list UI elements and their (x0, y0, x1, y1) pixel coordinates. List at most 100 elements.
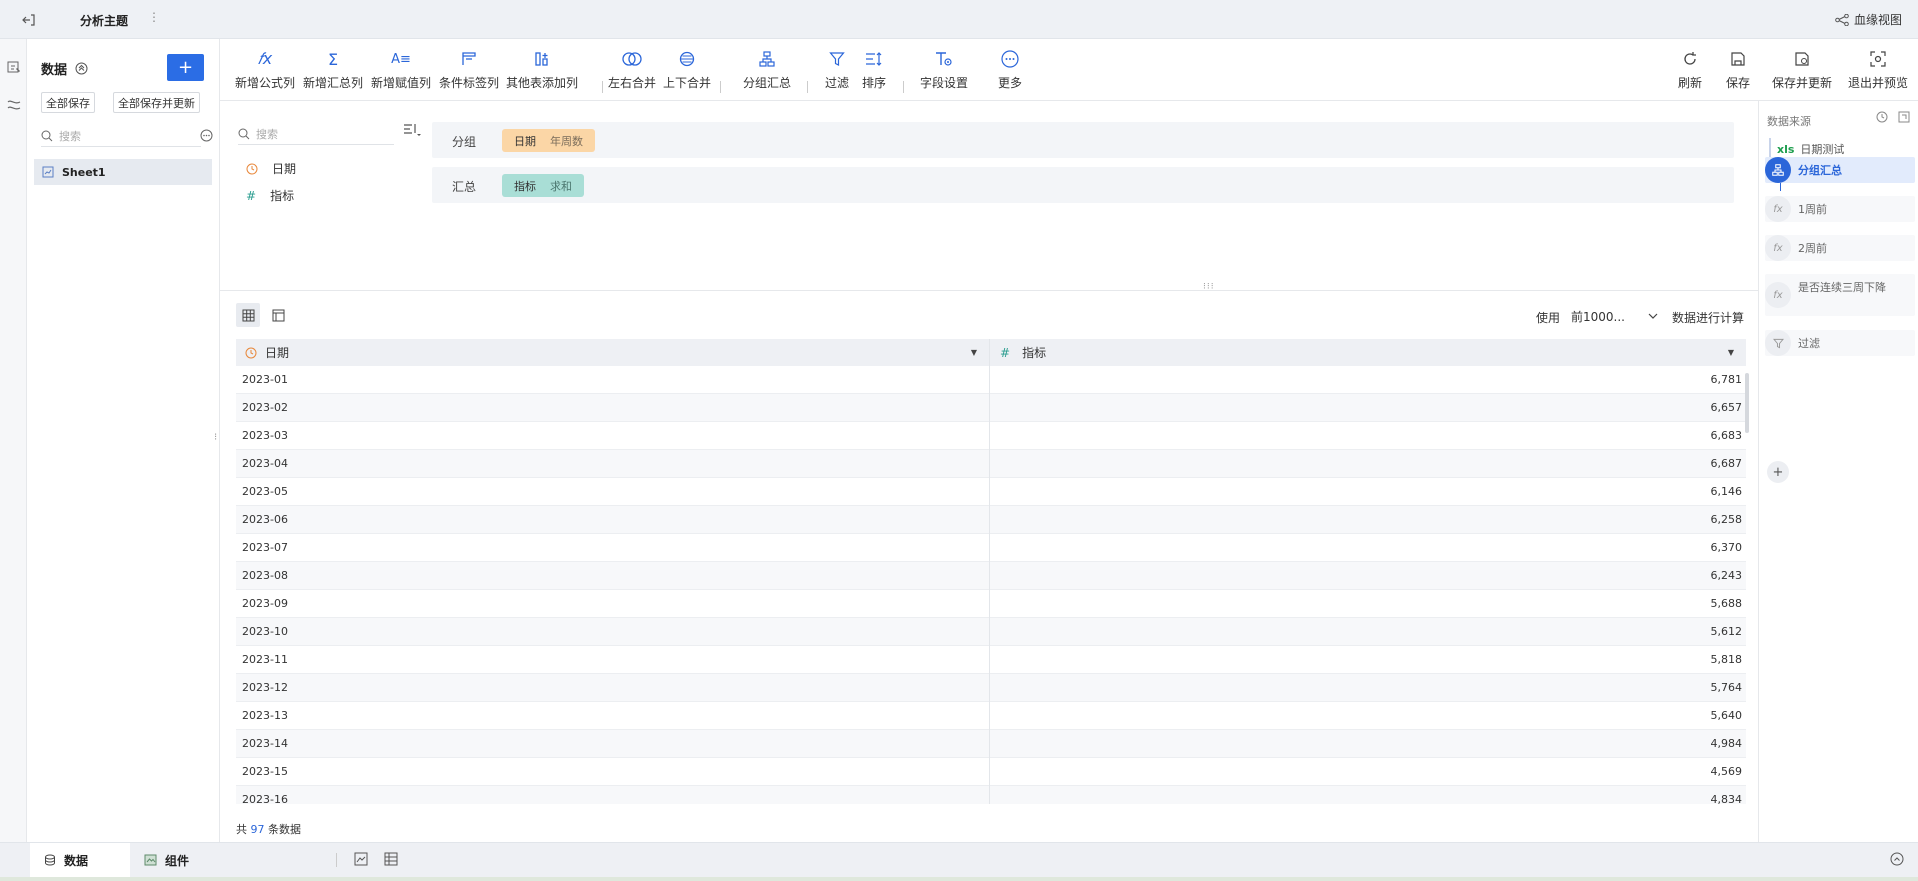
tab-data[interactable]: 数据 (30, 843, 130, 877)
save-button[interactable]: 保存 (1726, 49, 1750, 91)
lineage-view-button[interactable]: 血缘视图 (1835, 11, 1902, 28)
use-label: 使用 (1536, 311, 1561, 325)
title-more-icon[interactable]: ⋮ (148, 10, 160, 24)
cell-date: 2023-07 (242, 541, 288, 554)
expand-icon[interactable] (1898, 111, 1910, 123)
save-all-button[interactable]: 全部保存 (41, 92, 95, 113)
toolbar-label: 新增赋值列 (371, 76, 432, 90)
exit-preview-button[interactable]: 退出并预览 (1848, 49, 1908, 91)
table-row[interactable]: 2023-15 4,569 (236, 758, 1746, 786)
clock-icon (246, 163, 258, 175)
database-icon (44, 854, 56, 866)
table-row[interactable]: 2023-08 6,243 (236, 562, 1746, 590)
summary-zone-label: 汇总 (452, 180, 477, 194)
left-right-merge-button[interactable]: 左右合并 (608, 49, 656, 91)
table-row[interactable]: 2023-14 4,984 (236, 730, 1746, 758)
group-drop-zone[interactable]: 分组 日期 年周数 (432, 122, 1734, 158)
filter-icon (1765, 330, 1791, 356)
tab-component[interactable]: 组件 (130, 843, 203, 877)
table-row[interactable]: 2023-10 5,612 (236, 618, 1746, 646)
table-row[interactable]: 2023-01 6,781 (236, 366, 1746, 394)
formula-icon: 𝑓x (257, 49, 273, 68)
column-header-date[interactable]: 日期 ▼ (236, 339, 989, 366)
table-row[interactable]: 2023-02 6,657 (236, 394, 1746, 422)
add-formula-column-button[interactable]: 𝑓x 新增公式列 (235, 49, 295, 91)
up-down-merge-button[interactable]: 上下合并 (663, 49, 711, 91)
condition-tag-column-button[interactable]: 条件标签列 (439, 49, 499, 91)
field-sort-icon[interactable] (403, 123, 421, 137)
column-header-metric[interactable]: # 指标 ▼ (990, 339, 1746, 366)
save-icon (1727, 49, 1749, 69)
add-chart-icon[interactable] (354, 852, 368, 866)
flow-step[interactable]: 分组汇总 (1765, 157, 1915, 183)
flow-step[interactable]: fx 1周前 (1765, 196, 1915, 222)
more-options-icon[interactable] (200, 129, 213, 142)
refresh-button[interactable]: 刷新 (1678, 49, 1702, 91)
add-assign-column-button[interactable]: A≡ 新增赋值列 (371, 49, 431, 91)
history-icon[interactable] (1876, 111, 1888, 123)
flow-step-label: 是否连续三周下降 (1798, 281, 1886, 294)
sheet-label: Sheet1 (62, 165, 106, 179)
assign-icon: A≡ (391, 51, 411, 67)
pivot-view-button[interactable] (266, 303, 290, 327)
cell-date: 2023-09 (242, 597, 288, 610)
table-row[interactable]: 2023-09 5,688 (236, 590, 1746, 618)
row-count-number: 97 (250, 823, 265, 836)
save-update-button[interactable]: 保存并更新 (1772, 49, 1832, 91)
summary-drop-zone[interactable]: 汇总 指标 求和 (432, 167, 1734, 203)
data-prep-icon[interactable] (6, 59, 22, 75)
cell-date: 2023-02 (242, 401, 288, 414)
table-row[interactable]: 2023-05 6,146 (236, 478, 1746, 506)
summary-chip-metric[interactable]: 指标 求和 (502, 174, 584, 197)
field-item-metric[interactable]: # 指标 (246, 187, 294, 204)
group-zone-label: 分组 (452, 135, 477, 149)
group-summary-button[interactable]: 分组汇总 (743, 49, 791, 91)
table-row[interactable]: 2023-11 5,818 (236, 646, 1746, 674)
filter-button[interactable]: 过滤 (825, 49, 849, 91)
sort-button[interactable]: 排序 (862, 49, 886, 91)
add-column-from-table-button[interactable]: 其他表添加列 (506, 49, 578, 91)
table-row[interactable]: 2023-13 5,640 (236, 702, 1746, 730)
collapse-up-icon[interactable] (75, 62, 88, 75)
add-summary-column-button[interactable]: Σ 新增汇总列 (303, 49, 363, 91)
expand-up-icon[interactable] (1890, 852, 1904, 866)
table-row[interactable]: 2023-12 5,764 (236, 674, 1746, 702)
flow-step[interactable]: 过滤 (1765, 330, 1915, 356)
caret-down-icon[interactable]: ▼ (1728, 348, 1734, 357)
add-table-icon[interactable] (384, 852, 398, 866)
cell-metric: 5,818 (1710, 653, 1743, 666)
toolbar-label: 保存并更新 (1772, 76, 1833, 90)
group-chip-date[interactable]: 日期 年周数 (502, 129, 595, 152)
more-button[interactable]: 更多 (998, 49, 1022, 91)
data-search-box[interactable]: 搜索 (41, 125, 213, 147)
cell-metric: 5,764 (1710, 681, 1743, 694)
search-icon (238, 128, 250, 140)
grid-view-button[interactable] (236, 303, 260, 327)
save-all-update-button[interactable]: 全部保存并更新 (113, 92, 200, 113)
data-search-input[interactable]: 搜索 (59, 128, 81, 144)
caret-down-icon[interactable]: ▼ (971, 348, 977, 357)
table-row[interactable]: 2023-16 4,834 (236, 786, 1746, 804)
table-row[interactable]: 2023-04 6,687 (236, 450, 1746, 478)
table-row[interactable]: 2023-03 6,683 (236, 422, 1746, 450)
table-row[interactable]: 2023-07 6,370 (236, 534, 1746, 562)
field-search-box[interactable]: 搜索 (238, 123, 394, 145)
row-limit-select[interactable]: 前1000... (1566, 304, 1658, 328)
flow-step[interactable]: fx 是否连续三周下降 (1765, 274, 1915, 316)
add-step-button[interactable]: + (1767, 461, 1789, 483)
field-settings-button[interactable]: 字段设置 (920, 49, 968, 91)
table-row[interactable]: 2023-06 6,258 (236, 506, 1746, 534)
field-search-input[interactable]: 搜索 (256, 126, 278, 142)
add-data-button[interactable]: + (167, 54, 204, 81)
table-scrollbar[interactable] (1745, 373, 1749, 433)
column-header-label: 日期 (265, 346, 290, 360)
field-item-date[interactable]: 日期 (246, 160, 296, 177)
fields-config-area: 搜索 日期 # 指标 分组 日期 年周数 汇总 指标 求和 ⁝⁝⁝ (220, 101, 1758, 292)
analysis-icon[interactable] (6, 97, 22, 113)
panel-splitter[interactable]: ⁝ (214, 432, 217, 443)
sheet-item[interactable]: Sheet1 (34, 159, 212, 185)
page-title: 分析主题 (80, 14, 129, 28)
exit-icon[interactable] (18, 10, 40, 30)
calc-label: 数据进行计算 (1672, 311, 1745, 325)
flow-step[interactable]: fx 2周前 (1765, 235, 1915, 261)
